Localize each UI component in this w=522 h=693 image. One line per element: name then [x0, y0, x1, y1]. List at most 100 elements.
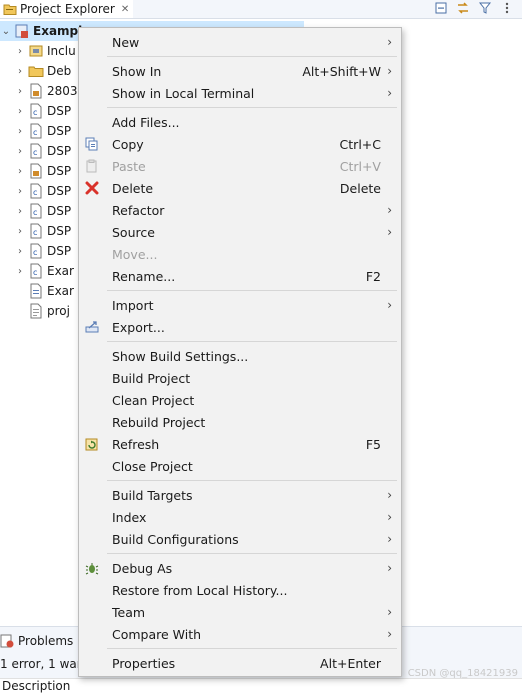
menu-item-debug-as[interactable]: Debug As ›	[79, 557, 401, 579]
menu-item-refactor[interactable]: Refactor ›	[79, 199, 401, 221]
menu-item-label: Copy	[112, 136, 144, 152]
tree-item[interactable]: › Inclu	[14, 41, 76, 61]
problems-tab-label: Problems	[18, 634, 74, 648]
menu-item-label: Show Build Settings...	[112, 348, 249, 364]
menu-item-label: Show in Local Terminal	[112, 85, 255, 101]
chevron-right-icon[interactable]: ›	[14, 86, 26, 97]
menu-item-shortcut: Alt+Enter	[320, 655, 381, 671]
chevron-right-icon[interactable]: ›	[14, 206, 26, 217]
submenu-arrow-icon: ›	[387, 627, 392, 641]
chevron-right-icon[interactable]: ›	[14, 146, 26, 157]
chevron-right-icon[interactable]: ›	[14, 46, 26, 57]
problems-summary: 1 error, 1 war	[0, 657, 82, 671]
close-icon[interactable]: ✕	[121, 4, 129, 15]
svg-text:c: c	[33, 148, 37, 157]
tree-item-label: DSP	[47, 124, 72, 138]
tree-item[interactable]: › c DSP	[14, 221, 71, 241]
c-source-file-icon: c	[28, 123, 44, 139]
menu-item-team[interactable]: Team ›	[79, 601, 401, 623]
chevron-down-icon[interactable]: ⌄	[0, 26, 12, 37]
tree-item[interactable]: › c DSP	[14, 181, 71, 201]
menu-item-new[interactable]: New ›	[79, 31, 401, 53]
menu-item-add-files[interactable]: Add Files...	[79, 111, 401, 133]
menu-item-export[interactable]: Export...	[79, 316, 401, 338]
submenu-arrow-icon: ›	[387, 298, 392, 312]
collapse-all-icon[interactable]	[434, 1, 448, 15]
submenu-arrow-icon: ›	[387, 510, 392, 524]
tree-item[interactable]: › c DSP	[14, 241, 71, 261]
menu-item-move[interactable]: Move...	[79, 243, 401, 265]
menu-item-restore-from-local-history[interactable]: Restore from Local History...	[79, 579, 401, 601]
chevron-right-icon[interactable]: ›	[14, 126, 26, 137]
menu-item-build-project[interactable]: Build Project	[79, 367, 401, 389]
view-menu-icon[interactable]	[500, 1, 514, 15]
menu-item-properties[interactable]: Properties Alt+Enter	[79, 652, 401, 674]
menu-item-source[interactable]: Source ›	[79, 221, 401, 243]
tree-item[interactable]: › c DSP	[14, 141, 71, 161]
menu-separator	[107, 56, 397, 57]
tree-root-label: Exampl	[33, 24, 83, 38]
tree-item[interactable]: › c DSP	[14, 201, 71, 221]
export-icon	[84, 319, 100, 335]
menu-item-show-in-local-terminal[interactable]: Show in Local Terminal ›	[79, 82, 401, 104]
tree-item-label: DSP	[47, 164, 72, 178]
tree-item[interactable]: › Deb	[14, 61, 71, 81]
menu-item-show-build-settings[interactable]: Show Build Settings...	[79, 345, 401, 367]
tree-item[interactable]: › c Exar	[14, 261, 74, 281]
menu-item-label: Debug As	[112, 560, 173, 576]
menu-item-rename[interactable]: Rename... F2	[79, 265, 401, 287]
menu-item-index[interactable]: Index ›	[79, 506, 401, 528]
menu-item-label: Build Configurations	[112, 531, 239, 547]
menu-item-label: Refresh	[112, 436, 160, 452]
menu-item-label: Delete	[112, 180, 154, 196]
chevron-right-icon[interactable]: ›	[14, 266, 26, 277]
chevron-right-icon[interactable]: ›	[14, 246, 26, 257]
menu-item-paste[interactable]: Paste Ctrl+V	[79, 155, 401, 177]
menu-item-label: Import	[112, 297, 154, 313]
submenu-arrow-icon: ›	[387, 605, 392, 619]
menu-item-clean-project[interactable]: Clean Project	[79, 389, 401, 411]
c-source-file-icon: c	[28, 143, 44, 159]
menu-item-label: Build Project	[112, 370, 191, 386]
tree-item[interactable]: › c DSP	[14, 101, 71, 121]
submenu-arrow-icon: ›	[387, 64, 392, 78]
submenu-arrow-icon: ›	[387, 532, 392, 546]
link-with-editor-icon[interactable]	[456, 1, 470, 15]
tree-item[interactable]: › 2803	[14, 81, 78, 101]
chevron-right-icon[interactable]: ›	[14, 66, 26, 77]
refresh-icon	[84, 436, 100, 452]
file-icon	[28, 283, 44, 299]
tree-item[interactable]: proj	[14, 301, 70, 321]
menu-item-delete[interactable]: Delete Delete	[79, 177, 401, 199]
tab-project-explorer[interactable]: Project Explorer ✕	[0, 0, 134, 18]
tree-item-label: 2803	[47, 84, 78, 98]
menu-item-refresh[interactable]: Refresh F5	[79, 433, 401, 455]
menu-item-rebuild-project[interactable]: Rebuild Project	[79, 411, 401, 433]
menu-item-copy[interactable]: Copy Ctrl+C	[79, 133, 401, 155]
chevron-right-icon[interactable]: ›	[14, 226, 26, 237]
menu-item-close-project[interactable]: Close Project	[79, 455, 401, 477]
menu-item-label: Refactor	[112, 202, 165, 218]
svg-text:c: c	[33, 188, 37, 197]
ccs-project-icon	[14, 23, 30, 39]
chevron-right-icon[interactable]: ›	[14, 106, 26, 117]
svg-text:c: c	[33, 108, 37, 117]
menu-item-build-configurations[interactable]: Build Configurations ›	[79, 528, 401, 550]
submenu-arrow-icon: ›	[387, 488, 392, 502]
menu-item-build-targets[interactable]: Build Targets ›	[79, 484, 401, 506]
c-source-file-icon: c	[28, 103, 44, 119]
tree-item[interactable]: Exar	[14, 281, 74, 301]
linked-file-icon	[28, 163, 44, 179]
filter-icon[interactable]	[478, 1, 492, 15]
tab-problems[interactable]: Problems	[0, 631, 73, 651]
menu-item-show-in[interactable]: Show In Alt+Shift+W ›	[79, 60, 401, 82]
menu-item-label: Team	[112, 604, 146, 620]
tree-item[interactable]: › c DSP	[14, 121, 71, 141]
menu-item-import[interactable]: Import ›	[79, 294, 401, 316]
tree-item[interactable]: › DSP	[14, 161, 71, 181]
chevron-right-icon[interactable]: ›	[14, 166, 26, 177]
menu-item-compare-with[interactable]: Compare With ›	[79, 623, 401, 645]
chevron-right-icon[interactable]: ›	[14, 186, 26, 197]
submenu-arrow-icon: ›	[387, 561, 392, 575]
svg-text:c: c	[33, 248, 37, 257]
